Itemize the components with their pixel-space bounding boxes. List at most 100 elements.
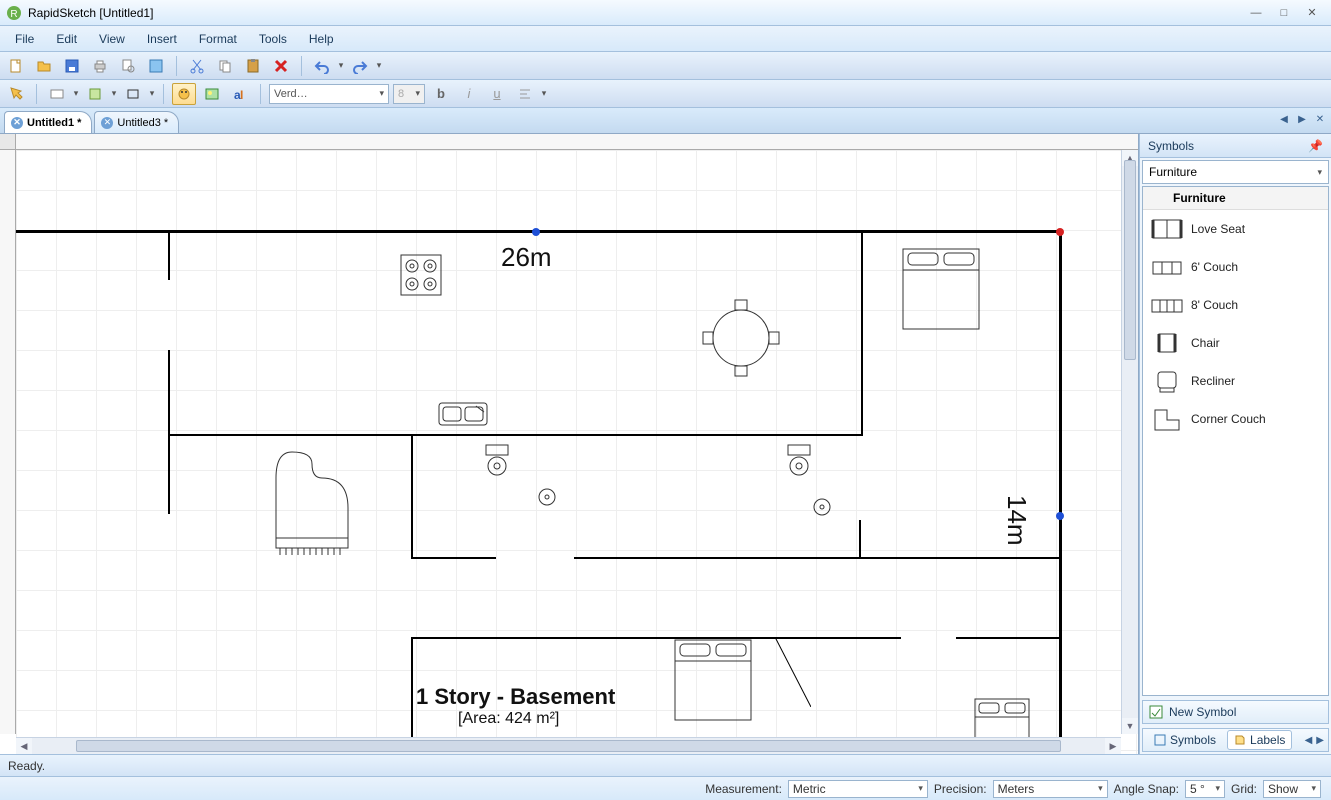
toilet-icon[interactable] bbox=[784, 444, 814, 479]
scroll-down-icon[interactable]: ▼ bbox=[1122, 718, 1138, 734]
bed-icon[interactable] bbox=[902, 248, 980, 333]
tab-labels[interactable]: Labels bbox=[1227, 730, 1292, 750]
wall[interactable] bbox=[168, 434, 170, 514]
open-button[interactable] bbox=[32, 55, 56, 77]
anglesnap-select[interactable]: 5 °▾ bbox=[1185, 780, 1225, 798]
ruler-horizontal[interactable] bbox=[16, 134, 1138, 150]
tool-rect-dropdown[interactable]: ▾ bbox=[149, 88, 155, 99]
wall[interactable] bbox=[859, 520, 861, 559]
export-button[interactable] bbox=[144, 55, 168, 77]
tool-shape-dropdown[interactable]: ▾ bbox=[73, 88, 79, 99]
wall[interactable] bbox=[411, 637, 901, 639]
sidepanel-prev[interactable]: ◀ bbox=[1305, 735, 1313, 746]
bed-icon[interactable] bbox=[674, 639, 752, 724]
tool-shape[interactable] bbox=[45, 83, 69, 105]
piano-icon[interactable] bbox=[272, 448, 352, 561]
symbol-recliner[interactable]: Recliner bbox=[1143, 362, 1328, 400]
maximize-button[interactable]: □ bbox=[1271, 5, 1297, 21]
align-button[interactable] bbox=[513, 83, 537, 105]
tab-close[interactable]: ✕ bbox=[1313, 112, 1327, 126]
menu-insert[interactable]: Insert bbox=[136, 28, 188, 50]
wall[interactable] bbox=[168, 350, 170, 435]
close-tab-icon[interactable]: ✕ bbox=[11, 117, 23, 129]
tool-pointer[interactable] bbox=[4, 83, 28, 105]
menu-format[interactable]: Format bbox=[188, 28, 248, 50]
measurement-select[interactable]: Metric▾ bbox=[788, 780, 928, 798]
copy-button[interactable] bbox=[213, 55, 237, 77]
menu-file[interactable]: File bbox=[4, 28, 45, 50]
symbol-6ft-couch[interactable]: 6' Couch bbox=[1143, 248, 1328, 286]
resize-handle[interactable] bbox=[1056, 512, 1064, 520]
sidepanel-next[interactable]: ▶ bbox=[1316, 735, 1324, 746]
delete-button[interactable] bbox=[269, 55, 293, 77]
tab-untitled1[interactable]: ✕ Untitled1 * bbox=[4, 111, 92, 133]
close-tab-icon[interactable]: ✕ bbox=[101, 117, 113, 129]
paste-button[interactable] bbox=[241, 55, 265, 77]
drain-icon[interactable] bbox=[813, 498, 831, 519]
door-icon[interactable] bbox=[761, 637, 811, 710]
underline-button[interactable]: u bbox=[485, 83, 509, 105]
menu-edit[interactable]: Edit bbox=[45, 28, 88, 50]
font-size-select[interactable]: 8▾ bbox=[393, 84, 425, 104]
category-select[interactable]: Furniture▾ bbox=[1142, 160, 1329, 184]
new-symbol-button[interactable]: New Symbol bbox=[1142, 700, 1329, 724]
wall[interactable] bbox=[168, 230, 170, 280]
close-button[interactable]: ✕ bbox=[1299, 5, 1325, 21]
toilet-icon[interactable] bbox=[482, 444, 512, 479]
menu-help[interactable]: Help bbox=[298, 28, 345, 50]
minimize-button[interactable]: — bbox=[1243, 5, 1269, 21]
scrollbar-horizontal[interactable]: ◀ ▶ bbox=[16, 737, 1121, 754]
redo-button[interactable] bbox=[348, 55, 372, 77]
italic-button[interactable]: i bbox=[457, 83, 481, 105]
scroll-thumb[interactable] bbox=[76, 740, 1061, 752]
print-preview-button[interactable] bbox=[116, 55, 140, 77]
tool-line-dropdown[interactable]: ▾ bbox=[111, 88, 117, 99]
scroll-left-icon[interactable]: ◀ bbox=[16, 738, 32, 754]
tool-symbol[interactable] bbox=[172, 83, 196, 105]
scroll-thumb[interactable] bbox=[1124, 160, 1136, 360]
symbol-love-seat[interactable]: Love Seat bbox=[1143, 210, 1328, 248]
wall[interactable] bbox=[900, 557, 1062, 559]
stove-icon[interactable] bbox=[400, 254, 442, 299]
cut-button[interactable] bbox=[185, 55, 209, 77]
ruler-vertical[interactable] bbox=[0, 150, 16, 734]
resize-handle[interactable] bbox=[532, 228, 540, 236]
wall[interactable] bbox=[861, 230, 863, 436]
corner-handle[interactable] bbox=[1056, 228, 1064, 236]
font-name-select[interactable]: Verd…▾ bbox=[269, 84, 389, 104]
round-table-icon[interactable] bbox=[701, 298, 781, 381]
tab-prev[interactable]: ◀ bbox=[1277, 112, 1291, 126]
print-button[interactable] bbox=[88, 55, 112, 77]
drain-icon[interactable] bbox=[538, 488, 556, 509]
pin-icon[interactable]: 📌 bbox=[1308, 139, 1323, 153]
wall[interactable] bbox=[168, 434, 863, 436]
wall[interactable] bbox=[411, 434, 413, 559]
menu-tools[interactable]: Tools bbox=[248, 28, 298, 50]
drawing-canvas[interactable]: 26m 14m bbox=[16, 150, 1138, 754]
symbol-corner-couch[interactable]: Corner Couch bbox=[1143, 400, 1328, 438]
grid-select[interactable]: Show▾ bbox=[1263, 780, 1321, 798]
precision-select[interactable]: Meters▾ bbox=[993, 780, 1108, 798]
tool-line[interactable] bbox=[83, 83, 107, 105]
wall[interactable] bbox=[1059, 230, 1062, 754]
tool-text[interactable]: aI bbox=[228, 83, 252, 105]
scrollbar-vertical[interactable]: ▲ ▼ bbox=[1121, 150, 1138, 734]
menu-view[interactable]: View bbox=[88, 28, 136, 50]
undo-button[interactable] bbox=[310, 55, 334, 77]
symbol-8ft-couch[interactable]: 8' Couch bbox=[1143, 286, 1328, 324]
undo-dropdown[interactable]: ▾ bbox=[338, 60, 344, 71]
wall[interactable] bbox=[574, 557, 902, 559]
bold-button[interactable]: b bbox=[429, 83, 453, 105]
tool-image[interactable] bbox=[200, 83, 224, 105]
tab-untitled3[interactable]: ✕ Untitled3 * bbox=[94, 111, 179, 133]
symbol-chair[interactable]: Chair bbox=[1143, 324, 1328, 362]
save-button[interactable] bbox=[60, 55, 84, 77]
sink-icon[interactable] bbox=[438, 402, 488, 429]
tab-next[interactable]: ▶ bbox=[1295, 112, 1309, 126]
tab-symbols[interactable]: Symbols bbox=[1147, 730, 1223, 750]
redo-dropdown[interactable]: ▾ bbox=[376, 60, 382, 71]
wall[interactable] bbox=[956, 637, 1062, 639]
scroll-right-icon[interactable]: ▶ bbox=[1105, 738, 1121, 754]
align-dropdown[interactable]: ▾ bbox=[541, 88, 547, 99]
new-button[interactable] bbox=[4, 55, 28, 77]
